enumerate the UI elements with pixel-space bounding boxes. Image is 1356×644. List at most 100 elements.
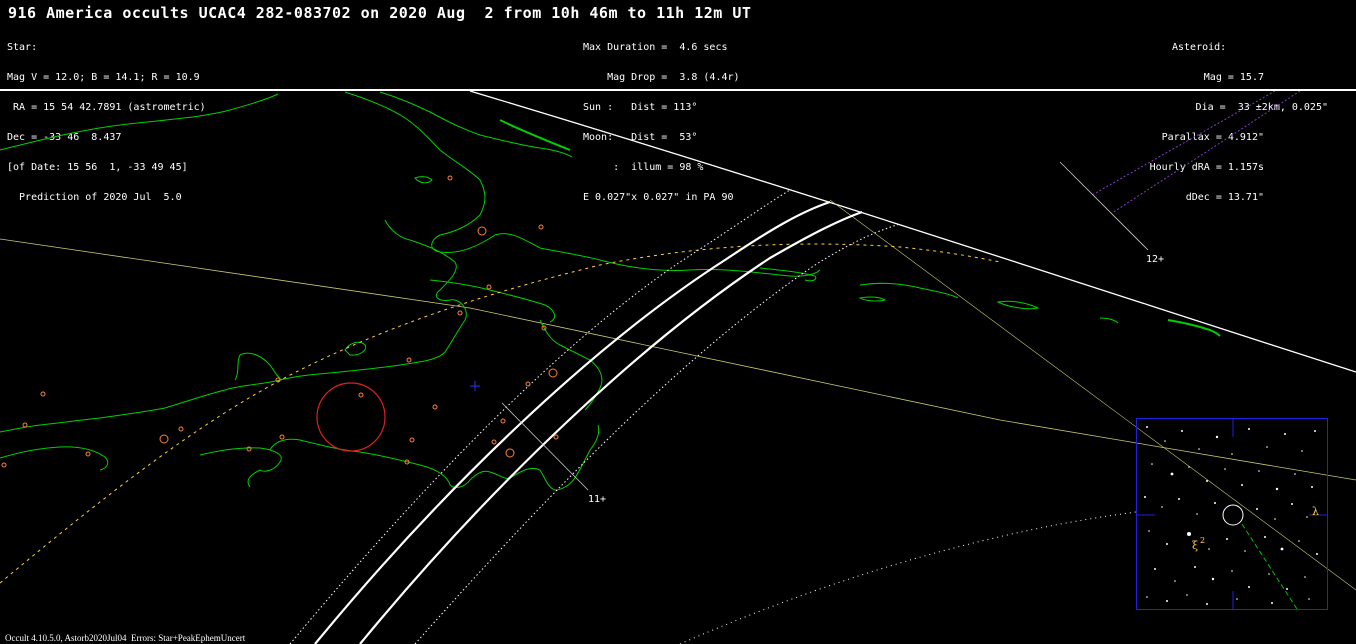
event-info-line: Max Duration = 4.6 secs <box>583 42 728 53</box>
path-south-uncertainty <box>289 189 791 644</box>
coastline <box>499 119 571 151</box>
time-label-11: 11+ <box>588 494 606 505</box>
coastline <box>269 424 600 491</box>
field-star <box>1304 576 1306 578</box>
field-star <box>1161 506 1163 508</box>
coastline <box>429 279 556 323</box>
field-star <box>1256 508 1258 510</box>
field-star <box>1275 487 1279 491</box>
coastline <box>414 176 433 184</box>
field-star <box>1164 440 1166 442</box>
coastline <box>0 93 279 151</box>
field-star <box>1146 596 1148 598</box>
night-boundary-line <box>1111 91 1301 214</box>
field-star <box>1214 502 1216 504</box>
earth-limb-line <box>469 91 1356 373</box>
field-star <box>1198 448 1200 450</box>
site-marker <box>358 392 364 398</box>
field-star <box>1146 426 1148 428</box>
site-marker <box>40 391 46 397</box>
field-star <box>1144 496 1146 498</box>
field-star <box>1170 472 1174 476</box>
site-marker <box>432 404 438 410</box>
star-field-inset[interactable]: λ ξ 2 <box>1136 418 1328 610</box>
field-star <box>1258 470 1260 472</box>
path-north-limit <box>359 210 863 644</box>
coastline <box>379 91 573 158</box>
field-star <box>1215 435 1219 439</box>
site-marker <box>409 437 415 443</box>
field-star <box>1306 516 1308 518</box>
site-marker <box>553 434 559 440</box>
field-star <box>1148 530 1150 532</box>
site-marker <box>491 439 497 445</box>
field-star <box>1271 602 1273 604</box>
time-label-12: 12+ <box>1146 254 1164 265</box>
coastline <box>759 267 817 282</box>
field-star <box>1298 540 1300 542</box>
asteroid-track-line <box>1241 523 1298 610</box>
event-info-line: Mag Drop = 3.8 (4.4r) <box>583 72 740 83</box>
field-star <box>1268 573 1270 575</box>
star-field-chart: λ ξ 2 <box>1137 419 1327 610</box>
field-star <box>1206 603 1208 605</box>
field-star <box>1301 450 1303 452</box>
star-info-line: Star: <box>7 42 38 53</box>
target-circle-icon <box>1222 504 1244 526</box>
limb-dotted-line <box>679 511 1137 644</box>
site-marker <box>457 310 463 316</box>
field-star <box>1187 532 1191 536</box>
field-star <box>1154 568 1156 570</box>
field-star <box>1166 543 1168 545</box>
field-star <box>1284 433 1286 435</box>
coastline <box>859 282 959 299</box>
field-star <box>1211 577 1215 581</box>
field-star <box>1264 536 1266 538</box>
coastline <box>0 219 467 433</box>
field-star <box>1244 550 1246 552</box>
field-star <box>1311 486 1313 488</box>
field-star <box>1188 466 1190 468</box>
field-star <box>1196 513 1198 515</box>
field-star <box>1151 463 1153 465</box>
field-star <box>1224 468 1226 470</box>
site-marker <box>477 226 487 236</box>
field-star <box>1274 518 1276 520</box>
site-marker <box>525 381 531 387</box>
field-star <box>1194 566 1196 568</box>
field-star <box>1166 600 1168 602</box>
site-marker <box>1 462 7 468</box>
site-marker <box>406 357 412 363</box>
site-marker <box>178 426 184 432</box>
site-marker <box>447 175 453 181</box>
footer-text: Occult 4.10.5.0, Astorb2020Jul04 Errors:… <box>5 633 246 643</box>
asteroid-info-line: Mag = 15.7 <box>1203 72 1264 83</box>
field-star <box>1226 538 1228 540</box>
blue-cross-icon <box>470 381 480 391</box>
coastline <box>1167 319 1221 337</box>
site-marker <box>505 448 515 458</box>
coastline <box>234 352 283 381</box>
time-tick-line <box>501 402 589 491</box>
coastline <box>344 91 821 277</box>
crosshair-ticks <box>1137 419 1327 609</box>
field-star <box>1186 594 1188 596</box>
coastline <box>199 447 282 488</box>
site-marker <box>159 434 169 444</box>
field-star <box>1231 453 1233 455</box>
xi-index-label: 2 <box>1200 536 1205 545</box>
time-tick-line <box>1059 161 1149 251</box>
field-star <box>1308 598 1310 600</box>
field-star <box>1178 498 1180 500</box>
star-info-line: Mag V = 12.0; B = 14.1; R = 10.9 <box>7 72 200 83</box>
coastline <box>858 296 887 302</box>
site-marker <box>486 284 492 290</box>
field-star <box>1206 480 1208 482</box>
site-marker <box>85 451 91 457</box>
field-star <box>1231 570 1233 572</box>
field-star <box>1248 428 1250 430</box>
sunrise-curve <box>0 243 1001 584</box>
coastline <box>0 446 109 471</box>
field-star <box>1248 586 1250 588</box>
site-marker <box>279 434 285 440</box>
